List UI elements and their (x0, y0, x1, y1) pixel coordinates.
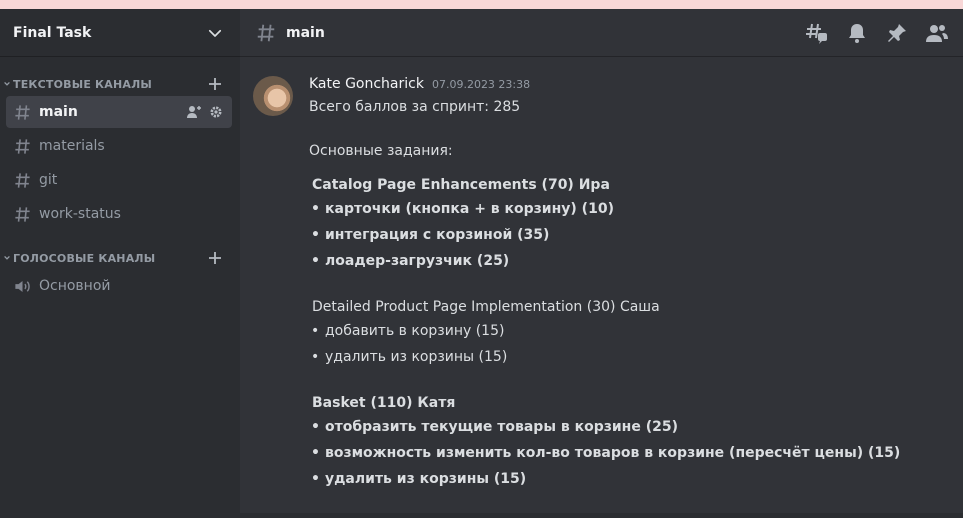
hash-icon (15, 172, 30, 188)
list-item: удалить из корзины (15) (309, 466, 949, 492)
chevron-down-icon (4, 255, 10, 260)
speaker-icon (15, 280, 30, 292)
channel-label: git (39, 172, 58, 188)
list-item: добавить в корзину (15) (309, 318, 949, 344)
list-item: интеграция с корзиной (35) (309, 222, 949, 248)
list-item: карточки (кнопка + в корзину) (10) (309, 196, 949, 222)
channel-label: work-status (39, 206, 121, 222)
bottom-edge (240, 513, 963, 518)
section-title: Basket (110) Катя (312, 395, 456, 411)
list-item: возможность изменить кол-во товаров в ко… (309, 440, 949, 466)
category-label: ТЕКСТОВЫЕ КАНАЛЫ (13, 77, 153, 91)
section-title: Catalog Page Enhancements (70) Ира (312, 177, 610, 193)
category-label: ГОЛОСОВЫЕ КАНАЛЫ (13, 251, 156, 265)
task-list: отобразить текущие товары в корзине (25)… (309, 414, 949, 492)
hash-icon (257, 24, 275, 41)
threads-icon[interactable] (805, 21, 829, 45)
channel-git[interactable]: git (6, 164, 232, 196)
add-channel-icon[interactable] (207, 76, 223, 92)
chevron-down-icon (4, 81, 10, 86)
channel-sidebar: Final Task ТЕКСТОВЫЕ КАНАЛЫ main materia… (0, 9, 240, 518)
avatar[interactable] (253, 76, 293, 116)
list-item: лоадер-загрузчик (25) (309, 248, 949, 274)
channel-materials[interactable]: materials (6, 130, 232, 162)
list-item: отобразить текущие товары в корзине (25) (309, 414, 949, 440)
task-list: карточки (кнопка + в корзину) (10) интег… (309, 196, 949, 274)
channel-label: main (39, 104, 78, 120)
server-name: Final Task (13, 24, 92, 41)
channel-main[interactable]: main (6, 96, 232, 128)
hash-icon (15, 104, 30, 120)
message-total: Всего баллов за спринт: 285 (309, 99, 521, 115)
header-toolbar (805, 21, 949, 45)
task-list: добавить в корзину (15) удалить из корзи… (309, 318, 949, 370)
channel-work-status[interactable]: work-status (6, 198, 232, 230)
channel-osnovnoy[interactable]: Основной (6, 270, 232, 302)
category-text-channels[interactable]: ТЕКСТОВЫЕ КАНАЛЫ (0, 74, 240, 94)
message-content: Kate Goncharick 07.09.2023 23:38 Всего б… (309, 76, 949, 492)
voice-channel-list: Основной (0, 270, 240, 302)
add-channel-icon[interactable] (207, 250, 223, 266)
category-voice-channels[interactable]: ГОЛОСОВЫЕ КАНАЛЫ (0, 248, 240, 268)
channel-label: materials (39, 138, 105, 154)
channel-header: main (240, 9, 963, 57)
text-channel-list: main materials git work-status (0, 96, 240, 230)
hash-icon (15, 206, 30, 222)
message-meta: Kate Goncharick 07.09.2023 23:38 (309, 76, 949, 96)
timestamp: 07.09.2023 23:38 (431, 78, 531, 91)
author-name[interactable]: Kate Goncharick (309, 76, 424, 92)
gear-icon[interactable] (208, 104, 224, 120)
list-item: удалить из корзины (15) (309, 344, 949, 370)
hash-icon (15, 138, 30, 154)
window-top-strip (0, 0, 963, 9)
channel-label: Основной (39, 278, 111, 294)
chevron-down-icon (208, 29, 222, 37)
bell-icon[interactable] (845, 21, 869, 45)
server-header[interactable]: Final Task (0, 9, 240, 57)
pin-icon[interactable] (885, 21, 909, 45)
message-intro: Основные задания: (309, 143, 453, 159)
invite-icon[interactable] (186, 104, 202, 120)
section-title: Detailed Product Page Implementation (30… (312, 299, 660, 315)
members-icon[interactable] (925, 21, 949, 45)
channel-title: main (286, 24, 325, 41)
